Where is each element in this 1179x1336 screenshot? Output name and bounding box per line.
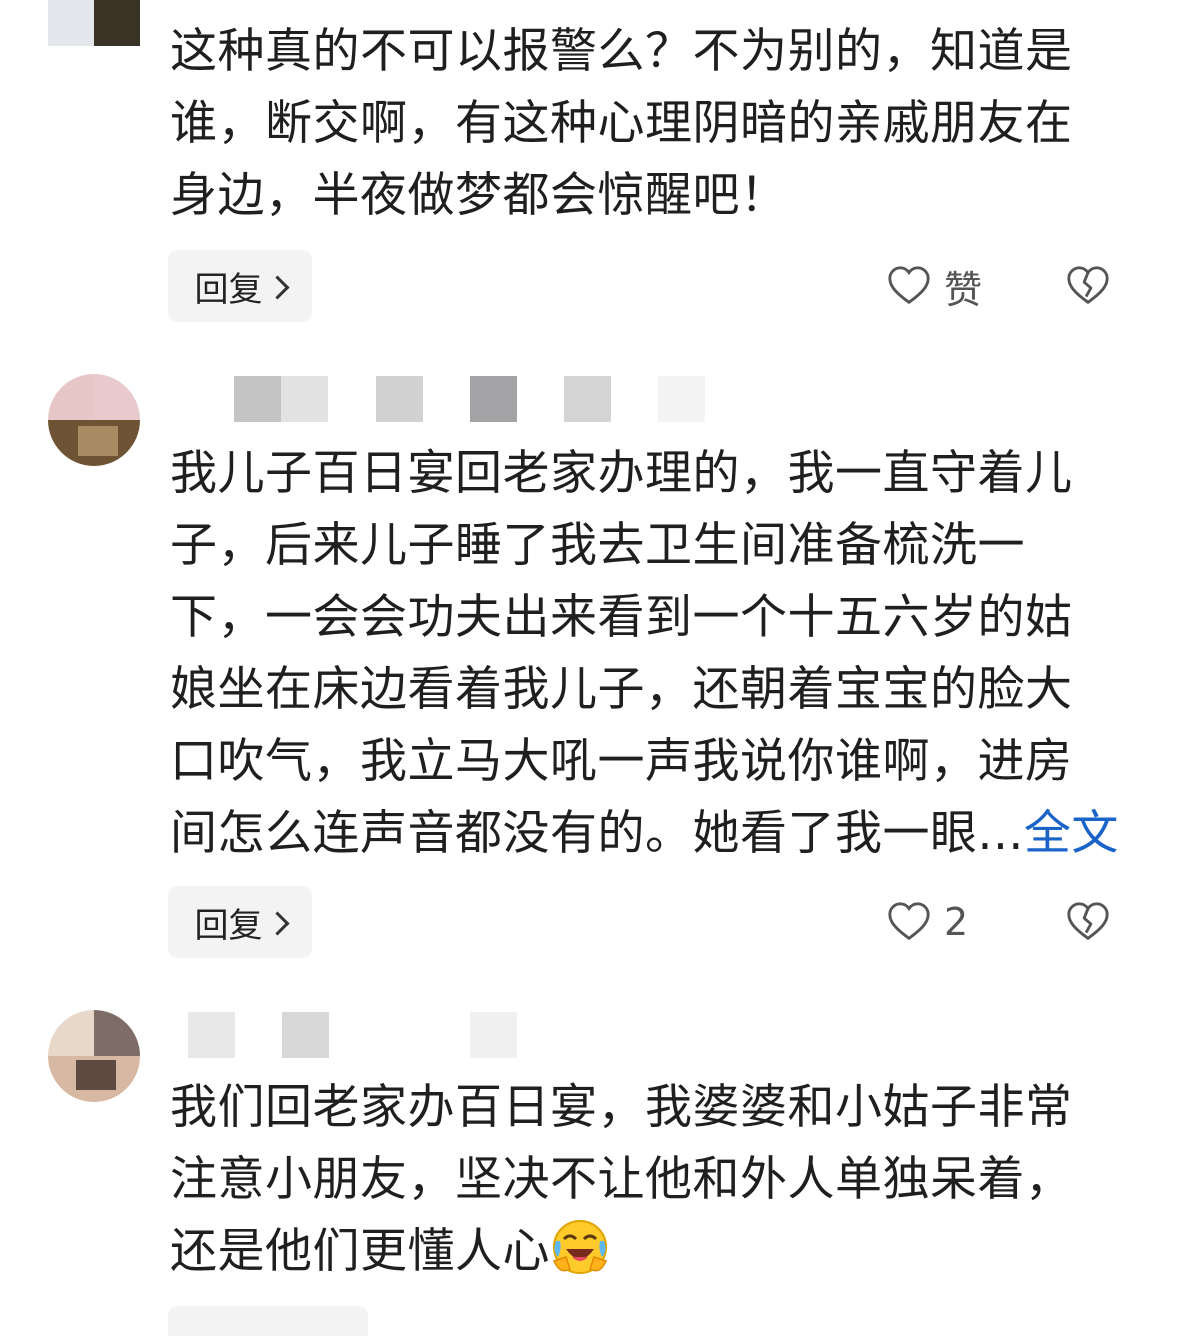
comment-line: 谁，断交啊，有这种心理阴暗的亲戚朋友在 (170, 96, 1073, 151)
reply-label: 回复 (194, 905, 263, 946)
comment-line: 还是他们更懂人心 (170, 1224, 550, 1279)
reply-label: 回复 (194, 269, 263, 310)
avatar[interactable] (48, 374, 140, 466)
comment-text: 这种真的不可以报警么？不为别的，知道是 谁，断交啊，有这种心理阴暗的亲戚朋友在 … (170, 16, 1120, 232)
chevron-right-icon (264, 910, 290, 936)
comment-line: 子，后来儿子睡了我去卫生间准备梳洗一 (170, 518, 1025, 573)
avatar[interactable] (48, 1010, 140, 1102)
avatar-mosaic (48, 1010, 140, 1102)
reply-button[interactable]: 回复 (168, 250, 312, 322)
comment-line: 我儿子百日宴回老家办理的，我一直守着儿 (170, 446, 1073, 501)
broken-heart-icon (1067, 266, 1109, 305)
comment-line-last: 还是他们更懂人心 (170, 1216, 1120, 1288)
comment-line: 娘坐在床边看着我儿子，还朝着宝宝的脸大 (170, 662, 1073, 717)
comment-line: 身边，半夜做梦都会惊醒吧！ (170, 168, 788, 223)
comment-text: 我们回老家办百日宴，我婆婆和小姑子非常 注意小朋友，坚决不让他和外人单独呆着， … (170, 1072, 1120, 1288)
dislike-button[interactable] (1064, 886, 1112, 958)
reply-button[interactable]: 回复 (168, 886, 312, 958)
avatar[interactable] (48, 0, 140, 46)
comment-2: 我儿子百日宴回老家办理的，我一直守着儿 子，后来儿子睡了我去卫生间准备梳洗一 下… (0, 340, 1179, 980)
like-button[interactable]: 赞 (886, 250, 982, 322)
like-count: 2 (944, 900, 969, 944)
avatar-mosaic (48, 374, 140, 466)
comment-text: 我儿子百日宴回老家办理的，我一直守着儿 子，后来儿子睡了我去卫生间准备梳洗一 下… (170, 438, 1120, 870)
comment-line: 这种真的不可以报警么？不为别的，知道是 (170, 24, 1073, 79)
laughing-crying-emoji-icon (552, 1220, 608, 1274)
comment-line: 下，一会会功夫出来看到一个十五六岁的姑 (170, 590, 1073, 645)
comment-line: 我们回老家办百日宴，我婆婆和小姑子非常 (170, 1080, 1073, 1135)
dislike-button[interactable] (1064, 250, 1112, 322)
heart-icon (888, 902, 930, 941)
username-mosaic[interactable] (234, 376, 714, 422)
comment-1: 这种真的不可以报警么？不为别的，知道是 谁，断交啊，有这种心理阴暗的亲戚朋友在 … (0, 0, 1179, 340)
like-button[interactable]: 2 (886, 886, 968, 958)
username-mosaic[interactable] (188, 1012, 518, 1058)
comment-line-last: 间怎么连声音都没有的。她看了我一眼...全文 (170, 798, 1120, 870)
like-label: 赞 (944, 267, 983, 312)
comment-line: 间怎么连声音都没有的。她看了我一眼... (170, 806, 1024, 861)
avatar-mosaic (48, 0, 140, 46)
heart-icon (888, 266, 930, 305)
fulltext-link[interactable]: 全文 (1024, 806, 1119, 861)
comment-line: 注意小朋友，坚决不让他和外人单独呆着， (170, 1152, 1073, 1207)
broken-heart-icon (1067, 902, 1109, 941)
chevron-right-icon (264, 274, 290, 300)
reply-button-partial[interactable] (168, 1306, 368, 1336)
comment-line: 口吹气，我立马大吼一声我说你谁啊，进房 (170, 734, 1073, 789)
comment-3: 我们回老家办百日宴，我婆婆和小姑子非常 注意小朋友，坚决不让他和外人单独呆着， … (0, 980, 1179, 1336)
